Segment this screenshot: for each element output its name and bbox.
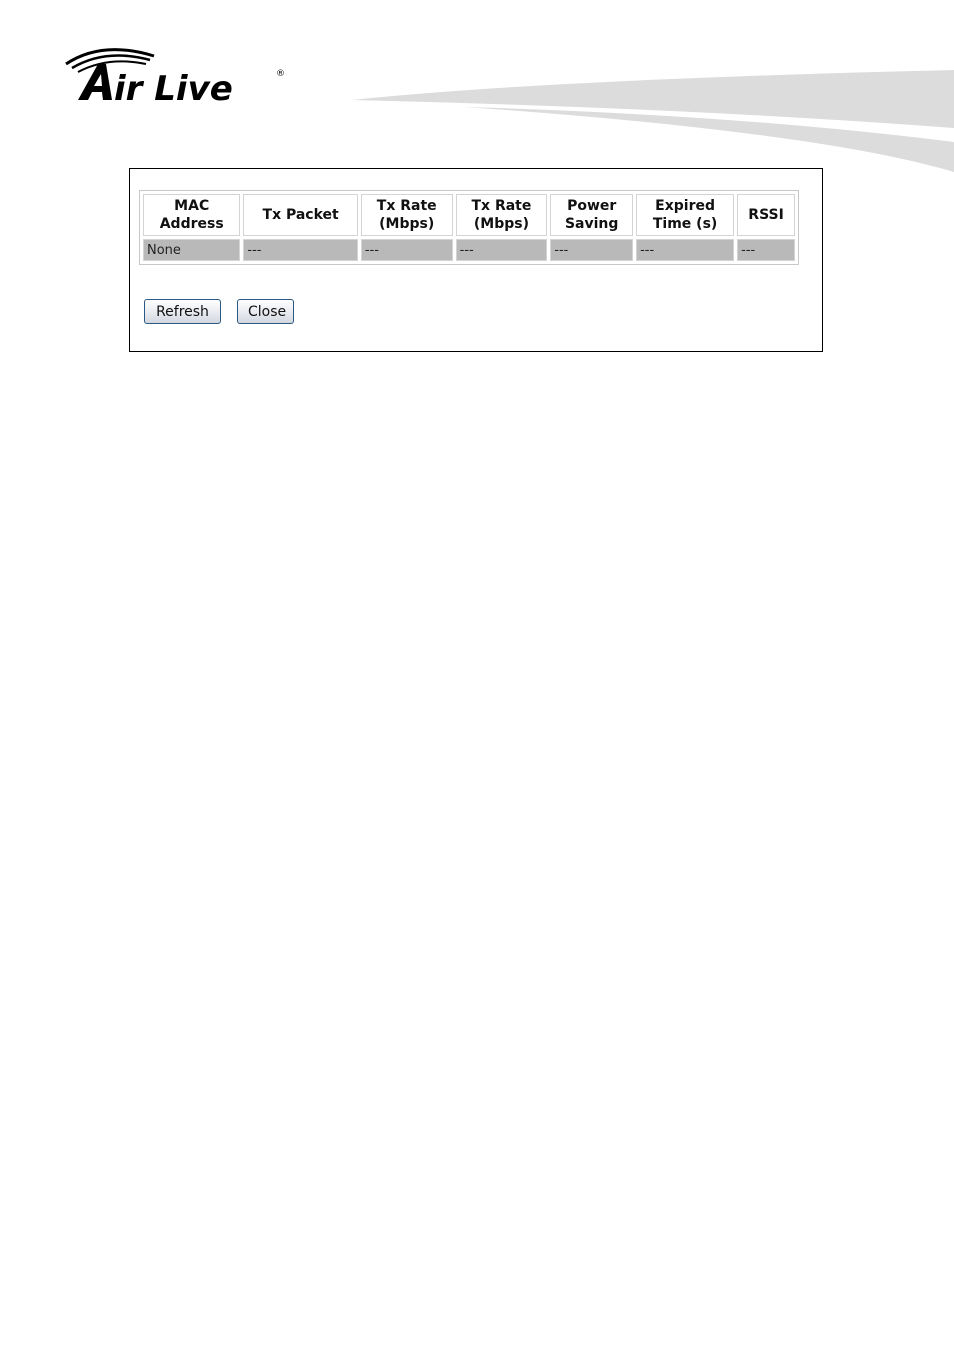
airlive-logo: ir Live ® <box>62 42 292 109</box>
cell-tx-rate-2: --- <box>455 239 548 261</box>
col-tx-packet: Tx Packet <box>243 194 358 236</box>
cell-tx-rate: --- <box>360 239 453 261</box>
airlive-logo-graphic: ir Live ® <box>65 48 285 109</box>
table-header-row: MAC Address Tx Packet Tx Rate (Mbps) Tx Ra… <box>143 194 795 236</box>
cell-mac-address: None <box>143 239 241 261</box>
col-tx-rate-2: Tx Rate (Mbps) <box>455 194 548 236</box>
col-mac-address: MAC Address <box>143 194 241 236</box>
cell-rssi: --- <box>737 239 795 261</box>
logo-text: ir Live <box>114 69 233 108</box>
close-button[interactable]: Close <box>237 299 294 324</box>
cell-tx-packet: --- <box>243 239 358 261</box>
swoosh-graphic <box>352 70 954 172</box>
header-swoosh <box>340 60 954 180</box>
cell-expired-time: --- <box>636 239 735 261</box>
registered-mark: ® <box>276 69 285 79</box>
refresh-button[interactable]: Refresh <box>144 299 221 324</box>
col-rssi: RSSI <box>737 194 795 236</box>
station-table: MAC Address Tx Packet Tx Rate (Mbps) Tx Ra… <box>139 190 799 265</box>
station-list-panel: MAC Address Tx Packet Tx Rate (Mbps) Tx Ra… <box>129 168 823 352</box>
col-power-saving: Power Saving <box>550 194 634 236</box>
cell-power-saving: --- <box>550 239 634 261</box>
col-tx-rate: Tx Rate (Mbps) <box>360 194 453 236</box>
col-expired-time: Expired Time (s) <box>636 194 735 236</box>
table-row: None --- --- --- --- --- --- <box>143 239 795 261</box>
